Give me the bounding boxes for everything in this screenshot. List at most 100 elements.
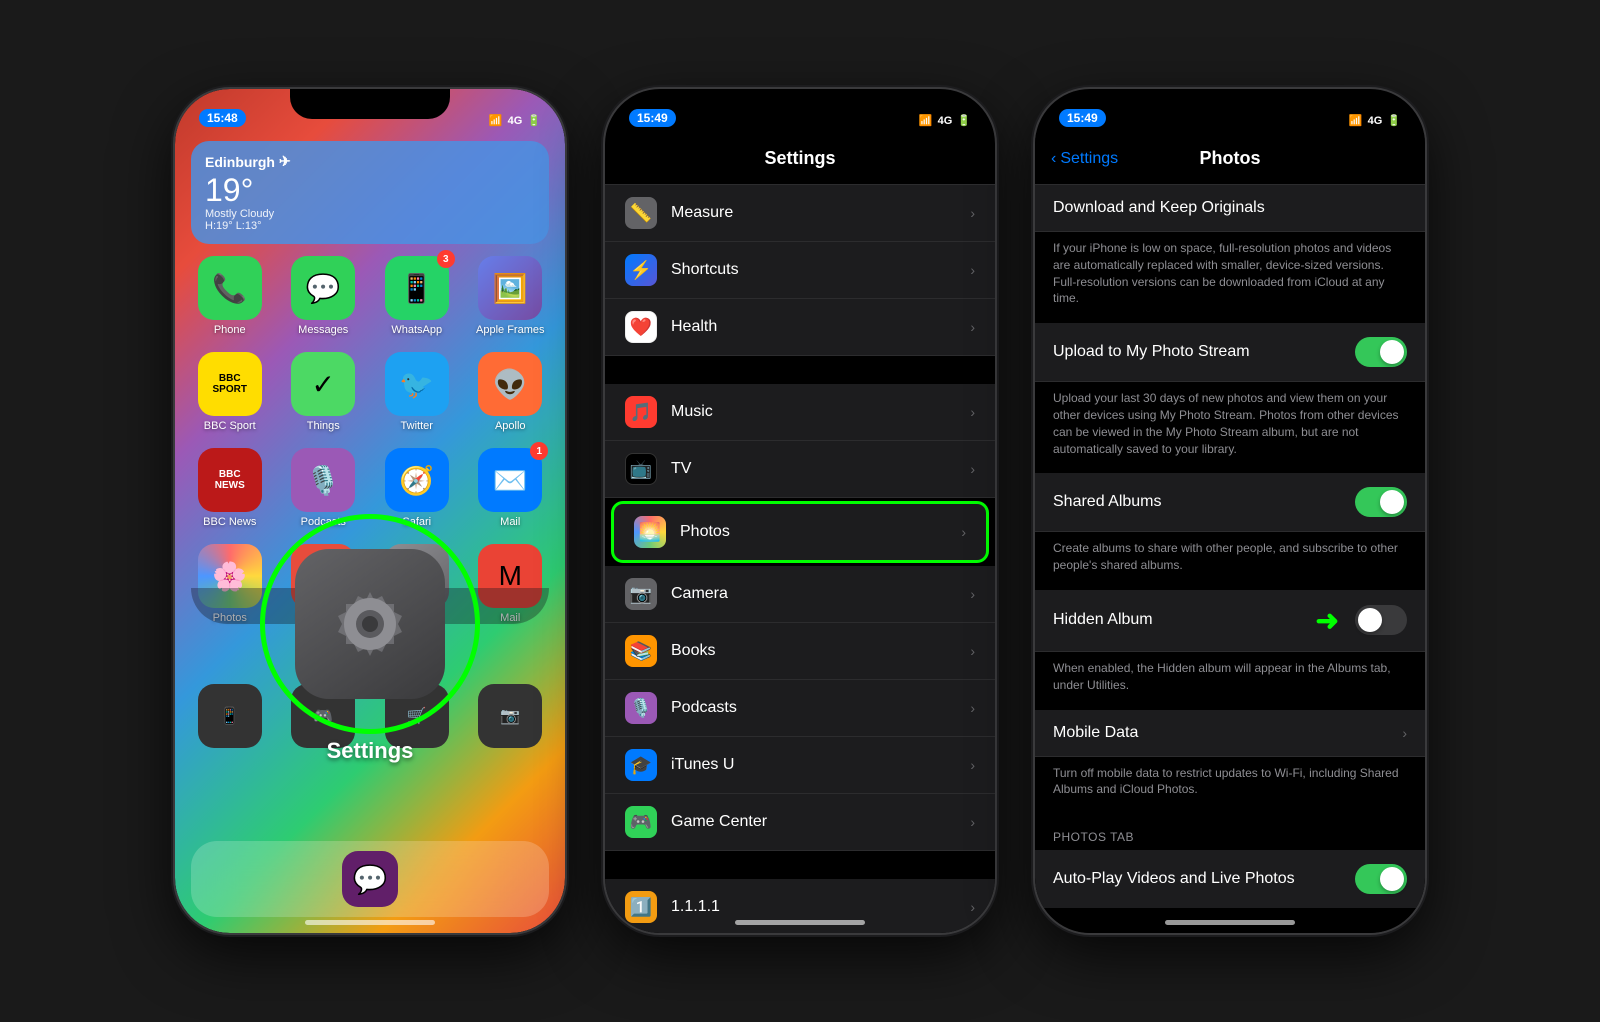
folder-4[interactable]: 📷 bbox=[472, 684, 550, 752]
download-originals-desc: If your iPhone is low on space, full-res… bbox=[1035, 232, 1425, 323]
shared-albums-row[interactable]: Shared Albums bbox=[1035, 473, 1425, 532]
toggle-knob-hidden bbox=[1358, 608, 1382, 632]
app-apollo[interactable]: 👽 Apollo bbox=[472, 352, 550, 432]
notch-3 bbox=[1150, 89, 1310, 119]
folder-3[interactable]: 🛒 bbox=[378, 684, 456, 752]
settings-item-health[interactable]: ❤️ Health › bbox=[605, 299, 995, 356]
folder-1[interactable]: 📱 bbox=[191, 684, 269, 752]
app-messages[interactable]: 💬 Messages bbox=[285, 256, 363, 336]
photos-content: Download and Keep Originals If your iPho… bbox=[1035, 185, 1425, 933]
home-content: Edinburgh ✈ 19° Mostly Cloudy H:19° L:13… bbox=[175, 133, 565, 933]
status-time-2: 15:49 bbox=[629, 109, 676, 127]
game-center-icon: 🎮 bbox=[625, 806, 657, 838]
app-grid-row3: BBCNEWS BBC News 🎙️ Podcasts 🧭 Safari ✉️ bbox=[191, 448, 549, 528]
settings-nav-title: Settings bbox=[764, 148, 835, 169]
shortcuts-icon: ⚡ bbox=[625, 254, 657, 286]
photos-icon: 🌅 bbox=[634, 516, 666, 548]
autoplay-toggle[interactable] bbox=[1355, 864, 1407, 894]
phone-2: 15:49 📶 4G 🔋 Settings 📏 Measure › bbox=[605, 89, 995, 933]
autoplay-row[interactable]: Auto-Play Videos and Live Photos bbox=[1035, 850, 1425, 908]
weather-desc: Mostly Cloudy H:19° L:13° bbox=[205, 208, 535, 232]
toggle-knob-upload bbox=[1380, 340, 1404, 364]
photos-tab-header: PHOTOS TAB bbox=[1035, 814, 1425, 850]
download-originals-row[interactable]: Download and Keep Originals bbox=[1035, 185, 1425, 232]
app-twitter[interactable]: 🐦 Twitter bbox=[378, 352, 456, 432]
home-indicator-2 bbox=[735, 920, 865, 925]
app-phone[interactable]: 📞 Phone bbox=[191, 256, 269, 336]
back-button[interactable]: ‹ Settings bbox=[1051, 150, 1118, 168]
settings-screen: 15:49 📶 4G 🔋 Settings 📏 Measure › bbox=[605, 89, 995, 933]
hidden-album-desc: When enabled, the Hidden album will appe… bbox=[1035, 652, 1425, 710]
upload-stream-toggle[interactable] bbox=[1355, 337, 1407, 367]
status-icons-2: 📶 4G 🔋 bbox=[919, 114, 971, 127]
cloudflare-icon: 1️⃣ bbox=[625, 891, 657, 923]
books-icon: 📚 bbox=[625, 635, 657, 667]
status-icons-3: 📶 4G 🔋 bbox=[1349, 114, 1401, 127]
home-indicator-3 bbox=[1165, 920, 1295, 925]
mobile-data-desc: Turn off mobile data to restrict updates… bbox=[1035, 757, 1425, 815]
app-bbcsport[interactable]: BBCSPORT BBC Sport bbox=[191, 352, 269, 432]
health-icon: ❤️ bbox=[625, 311, 657, 343]
settings-item-shortcuts[interactable]: ⚡ Shortcuts › bbox=[605, 242, 995, 299]
weather-widget[interactable]: Edinburgh ✈ 19° Mostly Cloudy H:19° L:13… bbox=[191, 141, 549, 244]
settings-item-tv[interactable]: 📺 TV › bbox=[605, 441, 995, 498]
music-icon: 🎵 bbox=[625, 396, 657, 428]
app-bbcnews[interactable]: BBCNEWS BBC News bbox=[191, 448, 269, 528]
app-whatsapp[interactable]: 📱 3 WhatsApp bbox=[378, 256, 456, 336]
phones-container: 15:48 📶 4G 🔋 Edinburgh ✈ 19° bbox=[155, 69, 1445, 953]
settings-item-photos[interactable]: 🌅 Photos › bbox=[611, 501, 989, 563]
upload-stream-row[interactable]: Upload to My Photo Stream bbox=[1035, 323, 1425, 382]
hidden-album-toggle[interactable] bbox=[1355, 605, 1407, 635]
dock: 💬 bbox=[191, 841, 549, 917]
settings-item-music[interactable]: 🎵 Music › bbox=[605, 384, 995, 441]
separator-2 bbox=[605, 851, 995, 879]
settings-item-books[interactable]: 📚 Books › bbox=[605, 623, 995, 680]
phone-1-screen: 15:48 📶 4G 🔋 Edinburgh ✈ 19° bbox=[175, 89, 565, 933]
mobile-data-row[interactable]: Mobile Data › bbox=[1035, 710, 1425, 757]
app-frames[interactable]: 🖼️ Apple Frames bbox=[472, 256, 550, 336]
toggle-knob-autoplay bbox=[1380, 867, 1404, 891]
photos-nav-title: Photos bbox=[1200, 148, 1261, 169]
notch-2 bbox=[720, 89, 880, 119]
home-indicator-1 bbox=[305, 920, 435, 925]
weather-location: Edinburgh ✈ bbox=[205, 153, 535, 170]
dock-slack[interactable]: 💬 bbox=[342, 851, 398, 907]
status-time-1: 15:48 bbox=[199, 109, 246, 127]
app-grid-row2: BBCSPORT BBC Sport ✓ Things 🐦 Twitter 👽 … bbox=[191, 352, 549, 432]
tv-icon: 📺 bbox=[625, 453, 657, 485]
app-grid-row1: 📞 Phone 💬 Messages 📱 3 WhatsApp bbox=[191, 256, 549, 336]
settings-item-itunes-u[interactable]: 🎓 iTunes U › bbox=[605, 737, 995, 794]
shared-albums-toggle[interactable] bbox=[1355, 487, 1407, 517]
status-icons-1: 📶 4G 🔋 bbox=[489, 114, 541, 127]
phone-3: 15:49 📶 4G 🔋 ‹ Settings Photos bbox=[1035, 89, 1425, 933]
settings-item-game-center[interactable]: 🎮 Game Center › bbox=[605, 794, 995, 851]
photos-settings-screen: 15:49 📶 4G 🔋 ‹ Settings Photos bbox=[1035, 89, 1425, 933]
podcasts-icon: 🎙️ bbox=[625, 692, 657, 724]
app-safari[interactable]: 🧭 Safari bbox=[378, 448, 456, 528]
phone-1: 15:48 📶 4G 🔋 Edinburgh ✈ 19° bbox=[175, 89, 565, 933]
photos-nav: ‹ Settings Photos bbox=[1035, 133, 1425, 185]
weather-temp: 19° bbox=[205, 174, 535, 206]
settings-item-podcasts[interactable]: 🎙️ Podcasts › bbox=[605, 680, 995, 737]
app-things[interactable]: ✓ Things bbox=[285, 352, 363, 432]
toggle-knob-shared bbox=[1380, 490, 1404, 514]
folder-2[interactable]: 🎮 bbox=[285, 684, 363, 752]
settings-list: 📏 Measure › ⚡ Shortcuts › ❤️ Health › bbox=[605, 185, 995, 933]
app-row4-container: 🌸 Photos 📅 Fantastical ⚙️ Settings M bbox=[191, 544, 549, 624]
status-time-3: 15:49 bbox=[1059, 109, 1106, 127]
app-podcasts[interactable]: 🎙️ Podcasts bbox=[285, 448, 363, 528]
settings-item-measure[interactable]: 📏 Measure › bbox=[605, 185, 995, 242]
hidden-album-row[interactable]: Hidden Album ➜ bbox=[1035, 590, 1425, 652]
itunes-u-icon: 🎓 bbox=[625, 749, 657, 781]
app-mail[interactable]: ✉️ 1 Mail bbox=[472, 448, 550, 528]
home-screen-overlay bbox=[191, 588, 549, 624]
shared-albums-desc: Create albums to share with other people… bbox=[1035, 532, 1425, 590]
green-arrow-icon: ➜ bbox=[1316, 604, 1339, 637]
upload-stream-desc: Upload your last 30 days of new photos a… bbox=[1035, 382, 1425, 473]
settings-item-camera[interactable]: 📷 Camera › bbox=[605, 566, 995, 623]
folder-row: 📱 🎮 🛒 📷 bbox=[191, 684, 549, 764]
camera-icon: 📷 bbox=[625, 578, 657, 610]
separator-1 bbox=[605, 356, 995, 384]
settings-nav: Settings bbox=[605, 133, 995, 185]
notch-1 bbox=[290, 89, 450, 119]
